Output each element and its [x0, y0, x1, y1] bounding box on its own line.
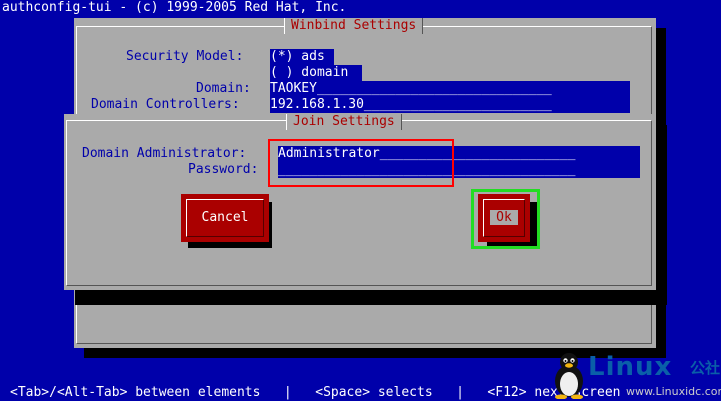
cancel-button-label: Cancel [201, 210, 249, 225]
join-dialog-title: Join Settings [286, 114, 402, 130]
tux-penguin-icon [555, 353, 583, 399]
app-title: authconfig-tui - (c) 1999-2005 Red Hat, … [2, 0, 347, 15]
cancel-button[interactable]: Cancel [181, 194, 269, 242]
domain-controllers-field[interactable]: 192.168.1.30________________________ [270, 97, 630, 113]
watermark-cn: 公社 [690, 359, 721, 377]
password-label: Password: [188, 162, 259, 177]
winbind-dialog-title: Winbind Settings [284, 18, 424, 34]
domain-label: Domain: [196, 81, 251, 96]
domain-field[interactable]: TAOKEY______________________________ [270, 81, 630, 97]
ok-highlight-box [471, 189, 540, 249]
status-bar: <Tab>/<Alt-Tab> between elements | <Spac… [10, 385, 621, 400]
administrator-highlight-box [268, 139, 454, 187]
watermark-brand: Linux [588, 352, 673, 382]
domain-controllers-label: Domain Controllers: [91, 97, 240, 112]
watermark-logo: Linux 公社 www.Linuxidc.com [548, 350, 721, 401]
watermark-site: www.Linuxidc.com [626, 385, 721, 398]
domain-administrator-label: Domain Administrator: [82, 146, 247, 161]
security-model-label: Security Model: [126, 49, 244, 64]
security-model-domain-radio[interactable]: ( ) domain [270, 65, 362, 81]
cancel-button-face: Cancel [186, 199, 264, 237]
security-model-ads-radio[interactable]: (*) ads [270, 49, 334, 65]
